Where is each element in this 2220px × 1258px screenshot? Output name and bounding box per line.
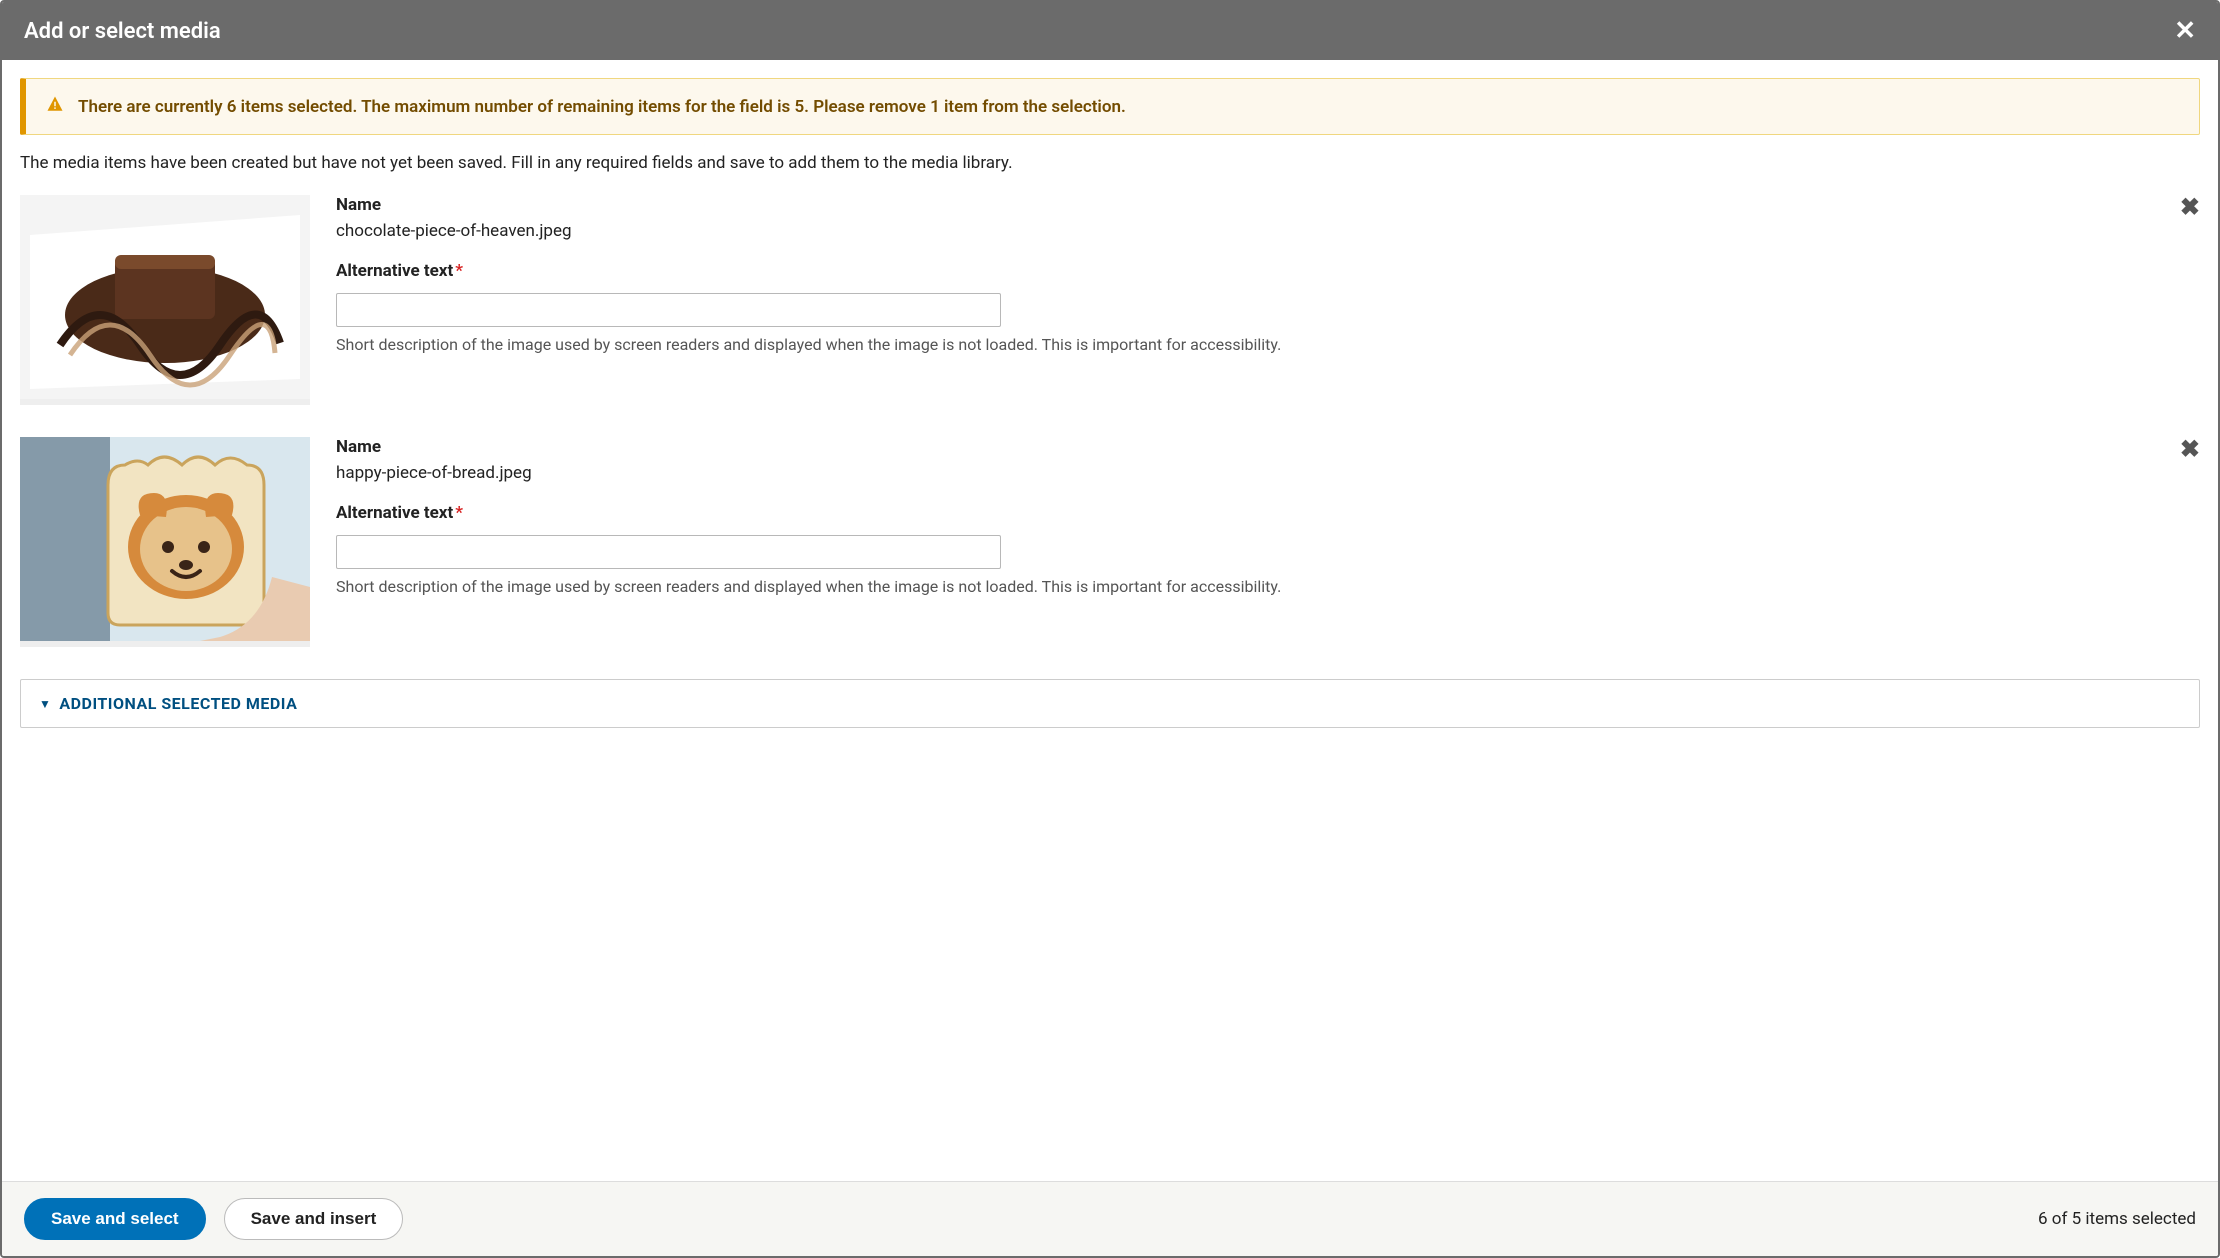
accordion-header[interactable]: ▼ Additional selected media: [39, 694, 2181, 713]
close-icon[interactable]: ✕: [2174, 18, 2196, 44]
alt-text-input[interactable]: [336, 293, 1001, 327]
name-field: Name happy-piece-of-bread.jpeg: [336, 437, 2160, 483]
warning-icon: [46, 95, 64, 118]
media-fields: ✖ Name chocolate-piece-of-heaven.jpeg Al…: [336, 195, 2200, 374]
media-thumbnail: [20, 195, 310, 405]
remove-item-button[interactable]: ✖: [2180, 195, 2200, 219]
alt-text-help: Short description of the image used by s…: [336, 335, 2160, 354]
selection-count-status: 6 of 5 items selected: [2038, 1209, 2196, 1229]
remove-item-button[interactable]: ✖: [2180, 437, 2200, 461]
media-dialog: Add or select media ✕ There are currentl…: [0, 0, 2220, 1258]
alt-text-input[interactable]: [336, 535, 1001, 569]
save-and-select-button[interactable]: Save and select: [24, 1198, 206, 1240]
caret-down-icon: ▼: [39, 697, 51, 711]
required-marker: *: [455, 503, 463, 523]
media-fields: ✖ Name happy-piece-of-bread.jpeg Alterna…: [336, 437, 2200, 616]
name-label: Name: [336, 437, 2160, 457]
save-and-insert-button[interactable]: Save and insert: [224, 1198, 404, 1240]
dialog-body: There are currently 6 items selected. Th…: [2, 60, 2218, 1181]
name-label: Name: [336, 195, 2160, 215]
media-item: ✖ Name chocolate-piece-of-heaven.jpeg Al…: [20, 195, 2200, 405]
media-thumbnail: [20, 437, 310, 647]
warning-message: There are currently 6 items selected. Th…: [20, 78, 2200, 135]
intro-text: The media items have been created but ha…: [20, 153, 2200, 173]
dialog-footer: Save and select Save and insert 6 of 5 i…: [2, 1181, 2218, 1256]
name-value: happy-piece-of-bread.jpeg: [336, 463, 2160, 483]
accordion-title: Additional selected media: [59, 694, 297, 713]
dialog-title: Add or select media: [24, 19, 221, 44]
required-marker: *: [455, 261, 463, 281]
alt-text-field: Alternative text* Short description of t…: [336, 503, 2160, 596]
alt-text-label: Alternative text*: [336, 503, 2160, 523]
dialog-header: Add or select media ✕: [2, 2, 2218, 60]
alt-text-label: Alternative text*: [336, 261, 2160, 281]
warning-text: There are currently 6 items selected. Th…: [78, 97, 1126, 117]
name-value: chocolate-piece-of-heaven.jpeg: [336, 221, 2160, 241]
name-field: Name chocolate-piece-of-heaven.jpeg: [336, 195, 2160, 241]
alt-text-help: Short description of the image used by s…: [336, 577, 2160, 596]
media-item: ✖ Name happy-piece-of-bread.jpeg Alterna…: [20, 437, 2200, 647]
alt-text-field: Alternative text* Short description of t…: [336, 261, 2160, 354]
additional-media-accordion[interactable]: ▼ Additional selected media: [20, 679, 2200, 728]
